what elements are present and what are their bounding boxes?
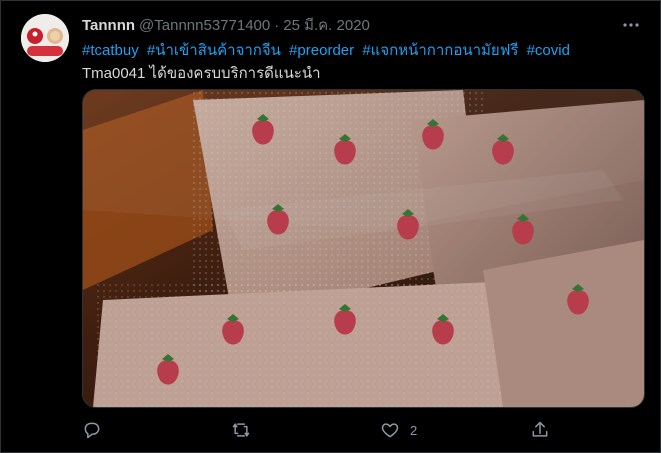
tweet-actions: 2 xyxy=(82,418,562,442)
retweet-button[interactable] xyxy=(230,418,252,442)
hashtag-link[interactable]: #แจกหน้ากากอนามัยฟรี xyxy=(362,42,518,59)
hashtag-link[interactable]: #นำเข้าสินค้าจากจีน xyxy=(147,42,281,59)
more-button[interactable] xyxy=(619,13,643,37)
share-button[interactable] xyxy=(530,418,550,442)
retweet-icon xyxy=(232,423,250,437)
tweet-photo[interactable] xyxy=(82,89,645,408)
hashtag-line: #tcatbuy #นำเข้าสินค้าจากจีน #preorder #… xyxy=(82,38,574,62)
reply-button[interactable] xyxy=(82,418,102,442)
reply-icon xyxy=(84,422,100,439)
tweet-date[interactable]: 25 มี.ค. 2020 xyxy=(283,13,370,37)
hashtag-link[interactable]: #tcatbuy xyxy=(82,42,139,59)
share-icon xyxy=(532,421,548,437)
like-count: 2 xyxy=(410,422,418,438)
tweet-text: Tma0041 ได้ของครบบริการดีแนะนำ xyxy=(82,65,321,82)
hashtag-link[interactable]: #preorder xyxy=(289,42,354,59)
user-handle[interactable]: @Tannnn53771400 xyxy=(139,17,270,34)
like-button[interactable]: 2 xyxy=(380,418,417,442)
avatar-image xyxy=(21,14,69,62)
photo-strawberry-packets xyxy=(83,90,644,407)
display-name[interactable]: Tannnn xyxy=(82,17,135,34)
separator: · xyxy=(274,16,280,34)
tweet-header: Tannnn @Tannnn53771400 · 25 มี.ค. 2020 xyxy=(82,15,370,35)
heart-icon xyxy=(381,423,399,438)
more-dots-icon xyxy=(623,23,639,27)
avatar[interactable] xyxy=(21,14,69,62)
hashtag-link[interactable]: #covid xyxy=(527,42,570,59)
